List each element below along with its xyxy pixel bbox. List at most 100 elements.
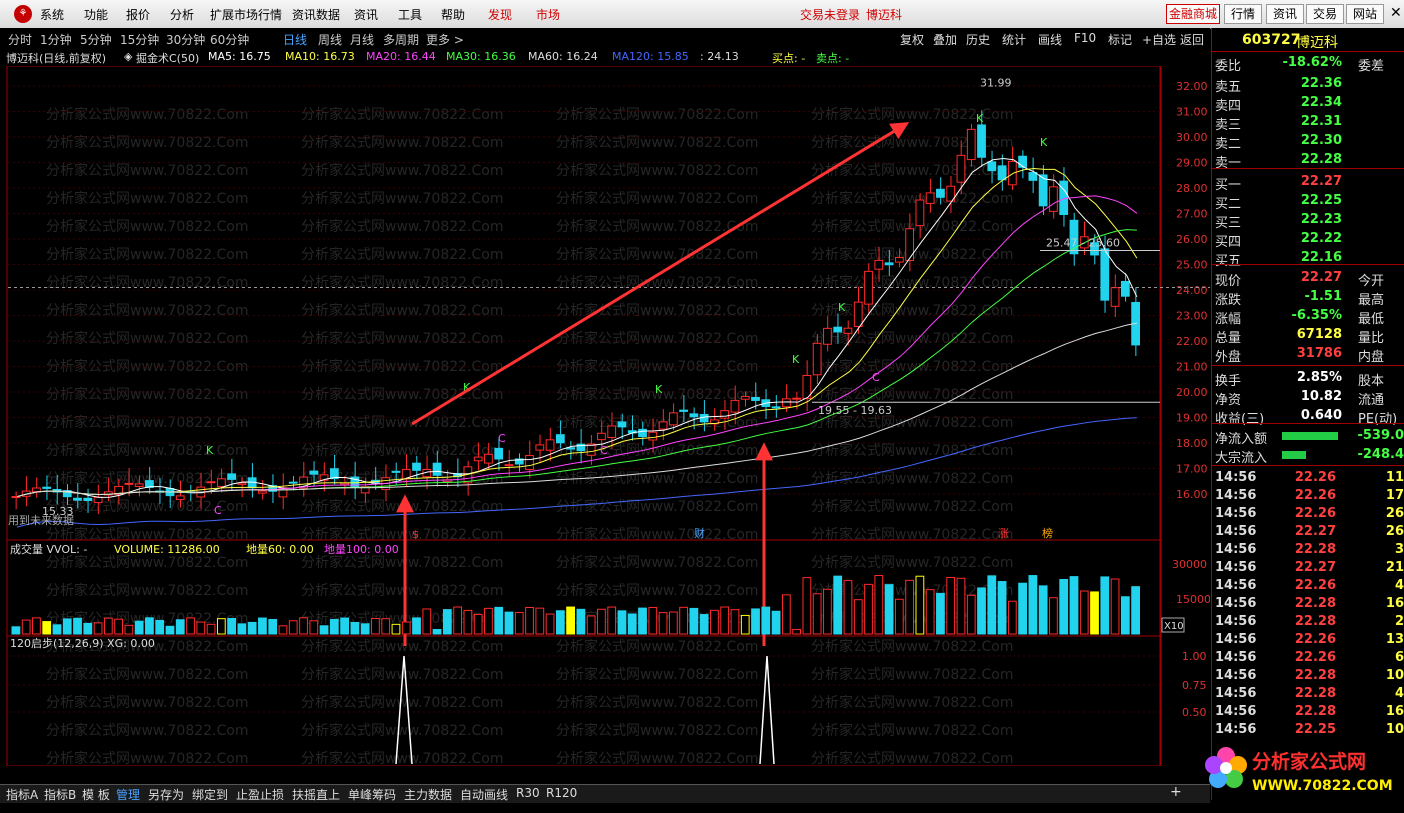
bottom-tab[interactable]: R120 (546, 786, 577, 800)
candle-body (648, 431, 658, 441)
watermark-text: 分析家公式网www.70822.Com (301, 274, 503, 291)
volume-bar (689, 607, 699, 635)
period-tab[interactable]: 1分钟 (40, 31, 72, 48)
bottom-tab[interactable]: 止盈止损 (236, 786, 284, 803)
c-signal: C (600, 444, 608, 457)
volume-bar (134, 620, 144, 635)
price-axis-label: 16.00 (1176, 488, 1208, 501)
tick-qty: 10 (1385, 722, 1404, 737)
watermark-text: 分析家公式网www.70822.Com (556, 106, 758, 123)
bottom-tab[interactable]: 扶摇直上 (292, 786, 340, 803)
stat-unit-label: 股本 (1358, 374, 1385, 389)
period-tab[interactable]: 分时 (8, 31, 32, 48)
tick-time: 14:56 (1215, 614, 1257, 629)
event-badge[interactable]: 涨 (998, 527, 1009, 540)
volume-bar (473, 613, 483, 635)
menu-right-button[interactable]: 资讯 (1266, 4, 1304, 24)
toolbar-button[interactable]: F10 (1074, 31, 1096, 45)
stock-code: 603727 (1242, 32, 1301, 48)
period-tab[interactable]: 60分钟 (210, 31, 249, 48)
tick-price: 22.28 (1294, 614, 1336, 629)
toolbar-button[interactable]: 返回 (1180, 31, 1204, 48)
toolbar-button[interactable]: 标记 (1108, 31, 1132, 48)
watermark-text: 分析家公式网www.70822.Com (301, 330, 503, 347)
candle-body (730, 399, 740, 413)
toolbar-button[interactable]: 叠加 (933, 31, 957, 48)
toolbar-button[interactable]: 画线 (1038, 31, 1062, 48)
event-badge[interactable]: 榜 (1042, 526, 1053, 540)
volume-bar (853, 599, 863, 635)
bottom-tab[interactable]: 自动画线 (460, 786, 508, 803)
tick-qty: 16 (1385, 596, 1404, 611)
period-tab[interactable]: 5分钟 (80, 31, 112, 48)
volume-bar (247, 621, 257, 635)
close-icon[interactable]: ✕ (1390, 5, 1402, 21)
volume-bar (997, 581, 1007, 635)
tick-time: 14:56 (1215, 632, 1257, 647)
menu-right-button[interactable]: 网站 (1346, 4, 1384, 24)
candle-body (771, 406, 781, 409)
menu-right-button[interactable]: 金融商城 (1166, 4, 1220, 24)
ask-label: 卖三 (1215, 118, 1242, 133)
menu-item[interactable]: 资讯 (354, 6, 378, 23)
kline-chart[interactable]: 分析家公式网www.70822.Com 分析家公式网www.70822.Com 分析… (0, 66, 1210, 766)
flow-row: 净流入额 -539.0 (1212, 427, 1404, 447)
watermark-text: 分析家公式网www.70822.Com (811, 750, 1013, 766)
toolbar-button[interactable]: 统计 (1002, 31, 1026, 48)
toolbar-button[interactable]: +自选 (1142, 31, 1176, 48)
menu-item[interactable]: 扩展市场行情 (210, 6, 282, 23)
bottom-tab[interactable]: 另存为 (148, 786, 184, 803)
menu-item[interactable]: 报价 (126, 6, 150, 23)
bottom-tab[interactable]: 指标A (6, 786, 38, 803)
stat-label: 换手 (1215, 374, 1242, 389)
volume-bar (52, 624, 62, 635)
tick-qty: 13 (1385, 632, 1404, 647)
candle-body (32, 487, 41, 493)
watermark-text: 分析家公式网www.70822.Com (46, 414, 248, 431)
weicha-label: 委差 (1358, 59, 1385, 74)
candle-body (781, 398, 791, 408)
period-tab[interactable]: 周线 (318, 31, 342, 48)
period-tab[interactable]: 30分钟 (166, 31, 205, 48)
add-tab-icon[interactable]: + (1170, 784, 1182, 800)
menu-right-button[interactable]: 行情 (1224, 4, 1262, 24)
event-badge[interactable]: 财 (694, 526, 705, 540)
period-tab[interactable]: 15分钟 (120, 31, 159, 48)
event-badge[interactable]: $ (412, 528, 419, 541)
volume-bar (124, 624, 134, 635)
bid-row: 买三 22.23 (1212, 211, 1404, 231)
bottom-tab[interactable]: 绑定到 (192, 786, 228, 803)
candle-body (925, 192, 935, 204)
period-tab[interactable]: 多周期 (383, 31, 419, 48)
bottom-tab[interactable]: 管理 (116, 786, 140, 803)
toolbar-button[interactable]: 复权 (900, 31, 924, 48)
menu-market[interactable]: 市场 (536, 6, 560, 23)
panel-divider (1212, 168, 1404, 169)
volume-bar (329, 618, 339, 635)
toolbar-button[interactable]: 历史 (966, 31, 990, 48)
indicator-name[interactable]: 掘金术C(50) (136, 50, 199, 66)
menu-item[interactable]: 资讯数据 (292, 6, 340, 23)
bottom-tab[interactable]: 单峰筹码 (348, 786, 396, 803)
watermark-text: 分析家公式网www.70822.Com (46, 694, 248, 711)
bottom-tab[interactable]: 指标B (44, 786, 76, 803)
chevron-down-icon[interactable]: ◈ (124, 50, 132, 63)
menu-item[interactable]: 分析 (170, 6, 194, 23)
candle-body (175, 495, 185, 501)
period-tab[interactable]: 月线 (350, 31, 374, 48)
menu-discover[interactable]: 发现 (488, 6, 512, 23)
bottom-tab[interactable]: R30 (516, 786, 540, 800)
tick-qty: 3 (1394, 542, 1404, 557)
menu-item[interactable]: 帮助 (441, 6, 465, 23)
period-tab[interactable]: 更多 > (426, 31, 464, 48)
period-tab[interactable]: 日线 (283, 31, 307, 48)
menu-right-button[interactable]: 交易 (1306, 4, 1344, 24)
indicator-title: 120启步(12,26,9) XG: 0.00 (10, 637, 155, 650)
bottom-tab[interactable]: 模 板 (82, 786, 110, 803)
volume-bar (658, 612, 668, 635)
menu-item[interactable]: 功能 (84, 6, 108, 23)
volume-bar (699, 614, 709, 635)
bottom-tab[interactable]: 主力数据 (404, 786, 452, 803)
menu-item[interactable]: 系统 (40, 6, 64, 23)
menu-item[interactable]: 工具 (398, 6, 422, 23)
